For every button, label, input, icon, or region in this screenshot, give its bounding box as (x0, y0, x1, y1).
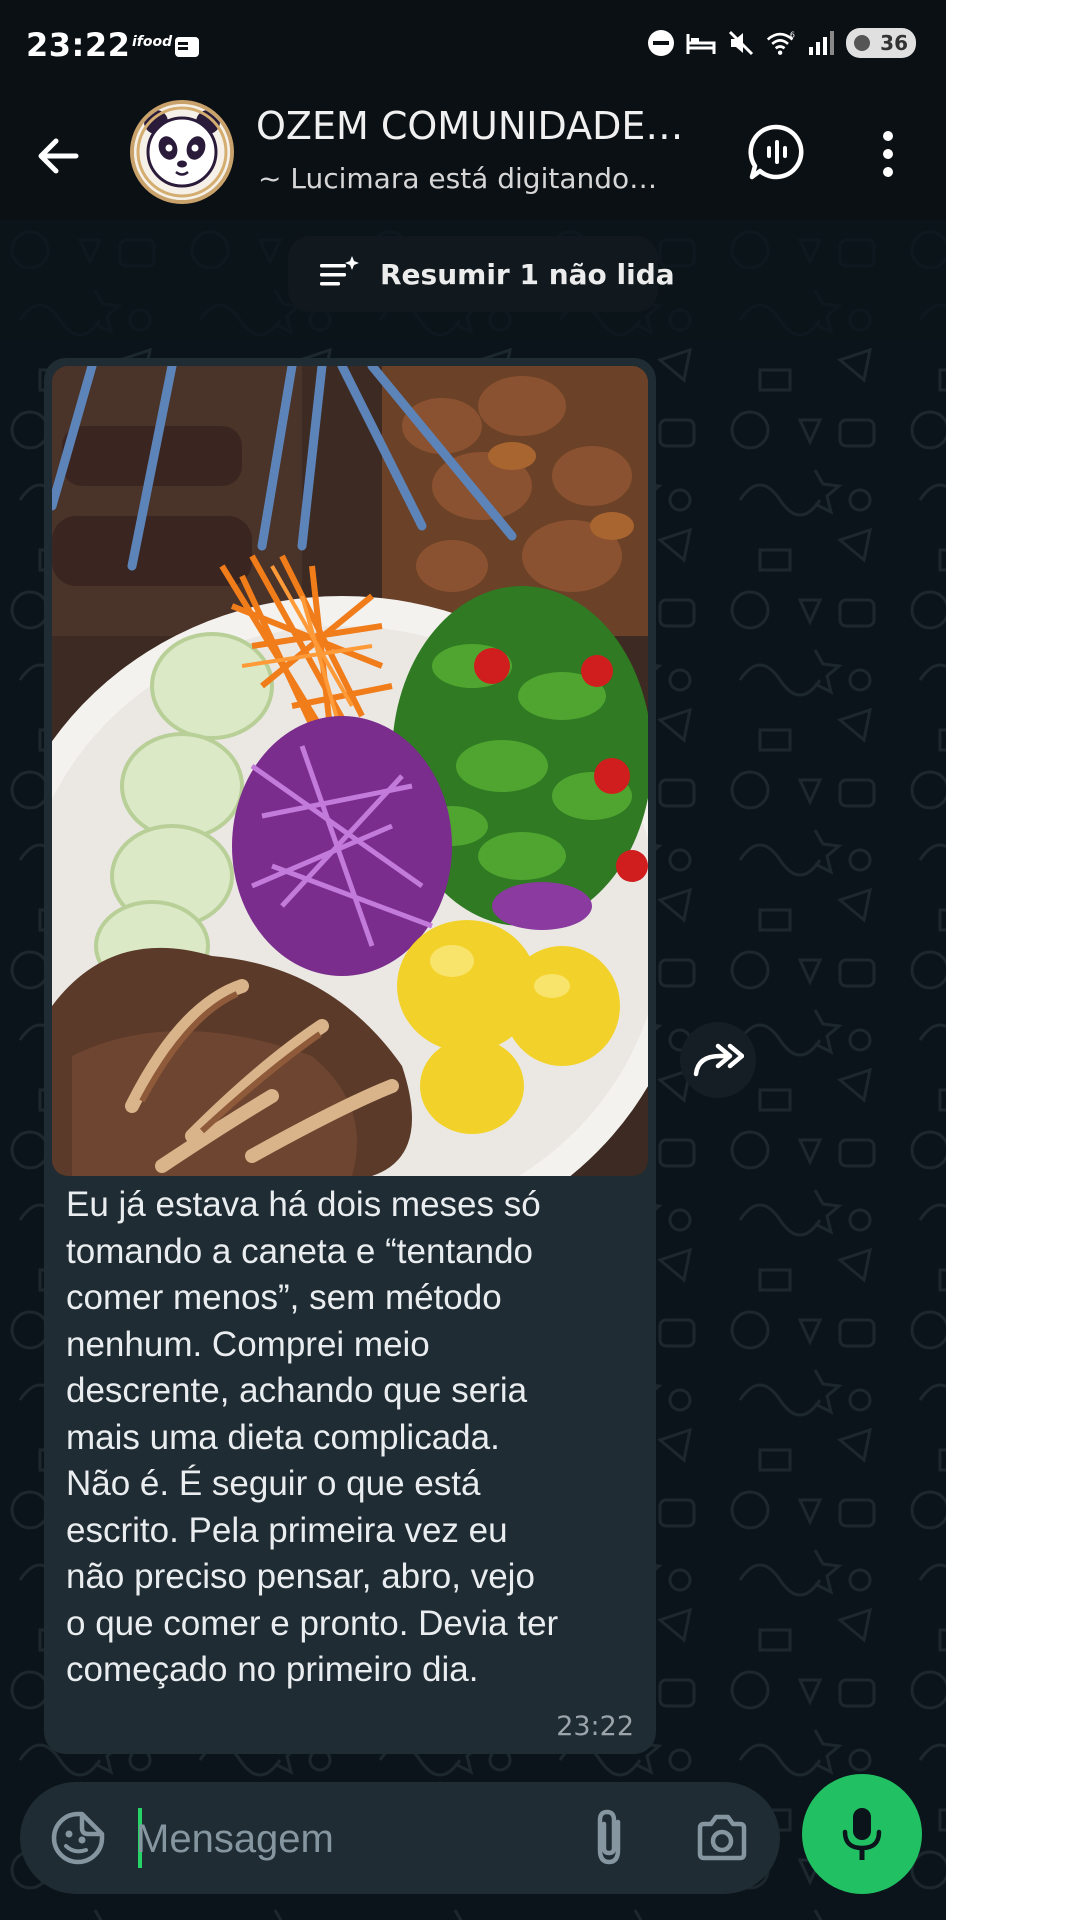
message-bubble[interactable]: Eu já estava há dois meses só tomando a … (44, 358, 656, 1754)
typing-status: ~ Lucimara está digitando… (258, 162, 658, 195)
ifood-notification-icon: ifood (132, 34, 173, 50)
paperclip-icon[interactable] (582, 1808, 638, 1868)
forward-icon[interactable] (680, 1022, 756, 1098)
phone-screen: 23:22 ifood 6 36 OZEM COMUNIDADE… ~ Luci… (0, 0, 946, 1920)
status-icons: 6 36 (646, 28, 916, 58)
battery-level: 36 (880, 31, 908, 55)
svg-text:6: 6 (790, 31, 795, 40)
chat-header: OZEM COMUNIDADE… ~ Lucimara está digitan… (0, 92, 946, 220)
food-plate-photo[interactable] (52, 366, 648, 1176)
group-title[interactable]: OZEM COMUNIDADE… (256, 104, 683, 148)
summarize-unread-button[interactable]: Resumir 1 não lida (288, 236, 675, 312)
status-time: 23:22 (26, 26, 131, 64)
microphone-icon[interactable] (802, 1774, 922, 1894)
message-text: Eu já estava há dois meses só tomando a … (66, 1185, 559, 1689)
summary-sparkle-icon (318, 254, 360, 294)
voice-chat-icon[interactable] (746, 122, 808, 184)
group-avatar[interactable] (130, 100, 234, 204)
more-options-icon[interactable] (868, 124, 908, 184)
summary-label: Resumir 1 não lida (380, 257, 675, 291)
mute-icon (726, 28, 756, 58)
signal-icon (806, 28, 836, 58)
camera-icon[interactable] (694, 1810, 750, 1866)
status-bar: 23:22 ifood 6 36 (0, 0, 946, 92)
sticker-emoji-icon[interactable] (50, 1810, 106, 1866)
dnd-icon (646, 28, 676, 58)
message-input[interactable] (136, 1804, 536, 1874)
back-arrow-icon[interactable] (30, 128, 86, 184)
wallet-notification-icon (174, 34, 202, 64)
message-composer (20, 1782, 780, 1894)
message-timestamp: 23:22 (556, 1711, 634, 1742)
battery-icon: 36 (846, 28, 916, 58)
wifi-6-icon: 6 (766, 28, 796, 58)
bed-icon (686, 28, 716, 58)
